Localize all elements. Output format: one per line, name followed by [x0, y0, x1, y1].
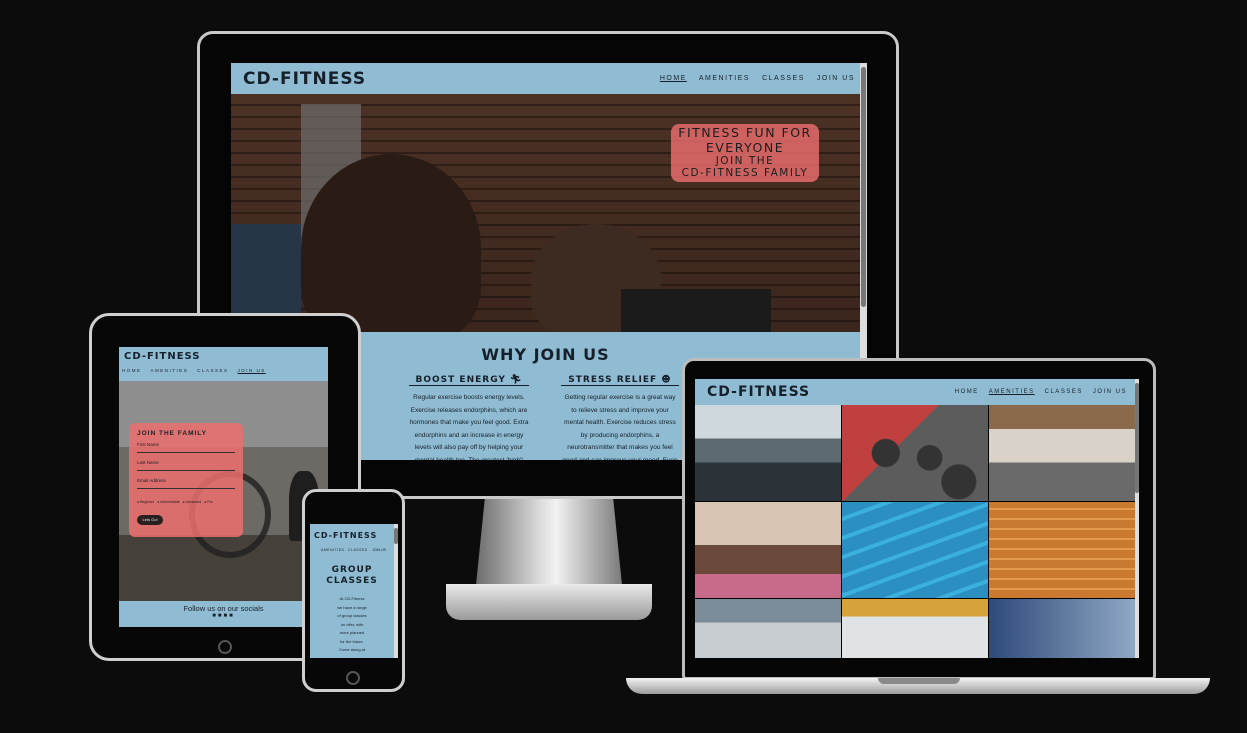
laptop-nav-join-us[interactable]: JOIN US	[1093, 389, 1127, 395]
laptop-nav-home[interactable]: HOME	[955, 389, 979, 395]
level-option-pro[interactable]: ● Pro	[204, 500, 213, 504]
tablet-nav-join-us[interactable]: JOIN US	[238, 368, 266, 373]
desktop-nav-amenities[interactable]: AMENITIES	[699, 75, 750, 82]
hero-line-3: JOIN THE	[715, 155, 775, 167]
desktop-hero-image: FITNESS FUN FOR EVERYONE JOIN THE CD-FIT…	[231, 94, 860, 344]
stress-relief-heading: STRESS RELIEF ☻	[561, 375, 679, 386]
tablet-navbar: CD-FITNESS HOME AMENITIES CLASSES JOIN U…	[119, 347, 328, 381]
desktop-nav-join-us[interactable]: JOIN US	[817, 75, 855, 82]
amenity-tile-gym-floor	[989, 405, 1135, 501]
join-form-title: JOIN THE FAMILY	[137, 430, 208, 437]
laptop-scrollbar[interactable]	[1135, 379, 1139, 658]
laptop-screen: CD-FITNESS HOME AMENITIES CLASSES JOIN U…	[695, 379, 1139, 658]
running-icon: 🏃︎	[510, 375, 523, 385]
boost-energy-text: Regular exercise boosts energy levels. E…	[409, 394, 529, 460]
first-name-field[interactable]: First Name	[137, 442, 235, 453]
hero-line-4: CD-FITNESS FAMILY	[681, 167, 809, 179]
amenity-tile-pool	[842, 502, 988, 598]
phone-home-button[interactable]	[346, 671, 360, 685]
amenity-tile-sports-hall	[842, 599, 988, 658]
amenity-tile-hall	[695, 599, 841, 658]
submit-button[interactable]: Lets Go!	[137, 515, 163, 525]
phone-title-line-2: CLASSES	[326, 576, 378, 586]
laptop-notch	[878, 678, 960, 684]
desktop-nav-home[interactable]: HOME	[660, 75, 687, 82]
laptop-nav-classes[interactable]: CLASSES	[1045, 389, 1083, 395]
amenity-tile-group-class	[695, 502, 841, 598]
phone-nav-amenities[interactable]: AMENITIES	[321, 548, 344, 552]
laptop-navbar: CD-FITNESS HOME AMENITIES CLASSES JOIN U…	[695, 379, 1139, 405]
monitor-stand-neck	[476, 499, 622, 585]
desktop-brand-logo[interactable]: CD-FITNESS	[243, 69, 366, 89]
level-option-intermediate[interactable]: ● Intermediate	[157, 500, 180, 504]
phone-classes-text: At CD-Fitness we have a range of group cla…	[337, 596, 367, 652]
phone-scrollbar[interactable]	[394, 524, 398, 658]
laptop-scrollbar-thumb[interactable]	[1135, 383, 1139, 493]
phone-nav-join-us[interactable]: JOIN US	[372, 548, 388, 552]
desktop-nav-classes[interactable]: CLASSES	[762, 75, 805, 82]
amenity-tile-treadmills	[695, 405, 841, 501]
phone-nav-classes[interactable]: CLASSES	[348, 548, 368, 552]
tablet-footer-text: Follow us on our socials	[183, 604, 264, 613]
laptop-nav-amenities[interactable]: AMENITIES	[989, 389, 1035, 395]
youtube-icon[interactable]: ■	[229, 613, 235, 619]
monitor-stand-base	[446, 584, 652, 620]
desktop-navbar: CD-FITNESS HOME AMENITIES CLASSES JOIN U…	[231, 63, 867, 94]
amenity-tile-sauna	[989, 502, 1135, 598]
last-name-field[interactable]: Last Name	[137, 460, 235, 471]
boost-energy-heading: BOOST ENERGY 🏃︎	[409, 375, 529, 386]
hero-line-2: EVERYONE	[705, 140, 785, 155]
tablet-nav-classes[interactable]: CLASSES	[197, 368, 228, 373]
laptop-brand-logo[interactable]: CD-FITNESS	[707, 384, 810, 400]
level-option-advanced[interactable]: ● Advanced	[183, 500, 201, 504]
tablet-brand-logo[interactable]: CD-FITNESS	[124, 351, 201, 362]
amenity-tile-boxing	[989, 599, 1135, 658]
email-field[interactable]: Email Address	[137, 478, 235, 489]
tablet-home-button[interactable]	[218, 640, 232, 654]
tablet-footer: Follow us on our socials ■■■■	[119, 601, 328, 627]
stress-relief-text: Getting regular exercise is a great way …	[562, 394, 678, 460]
tablet-nav-home[interactable]: HOME	[122, 368, 142, 373]
desktop-scrollbar-thumb[interactable]	[861, 67, 866, 307]
smile-icon: ☻	[661, 375, 672, 385]
phone-brand-logo[interactable]: CD-FITNESS	[314, 531, 377, 540]
hero-line-1: FITNESS FUN FOR	[678, 125, 812, 140]
tablet-nav-amenities[interactable]: AMENITIES	[151, 368, 189, 373]
join-form: JOIN THE FAMILY First Name Last Name Ema…	[129, 423, 243, 537]
hero-banner: FITNESS FUN FOR EVERYONE JOIN THE CD-FIT…	[671, 124, 819, 182]
phone-title-line-1: GROUP	[331, 565, 373, 575]
phone-scrollbar-thumb[interactable]	[394, 528, 398, 544]
phone-screen: CD-FITNESS AMENITIES CLASSES JOIN US GRO…	[310, 524, 398, 658]
level-option-beginner[interactable]: ● Beginner	[137, 500, 154, 504]
tablet-screen: CD-FITNESS HOME AMENITIES CLASSES JOIN U…	[119, 347, 328, 627]
amenity-tile-kettlebells	[842, 405, 988, 501]
